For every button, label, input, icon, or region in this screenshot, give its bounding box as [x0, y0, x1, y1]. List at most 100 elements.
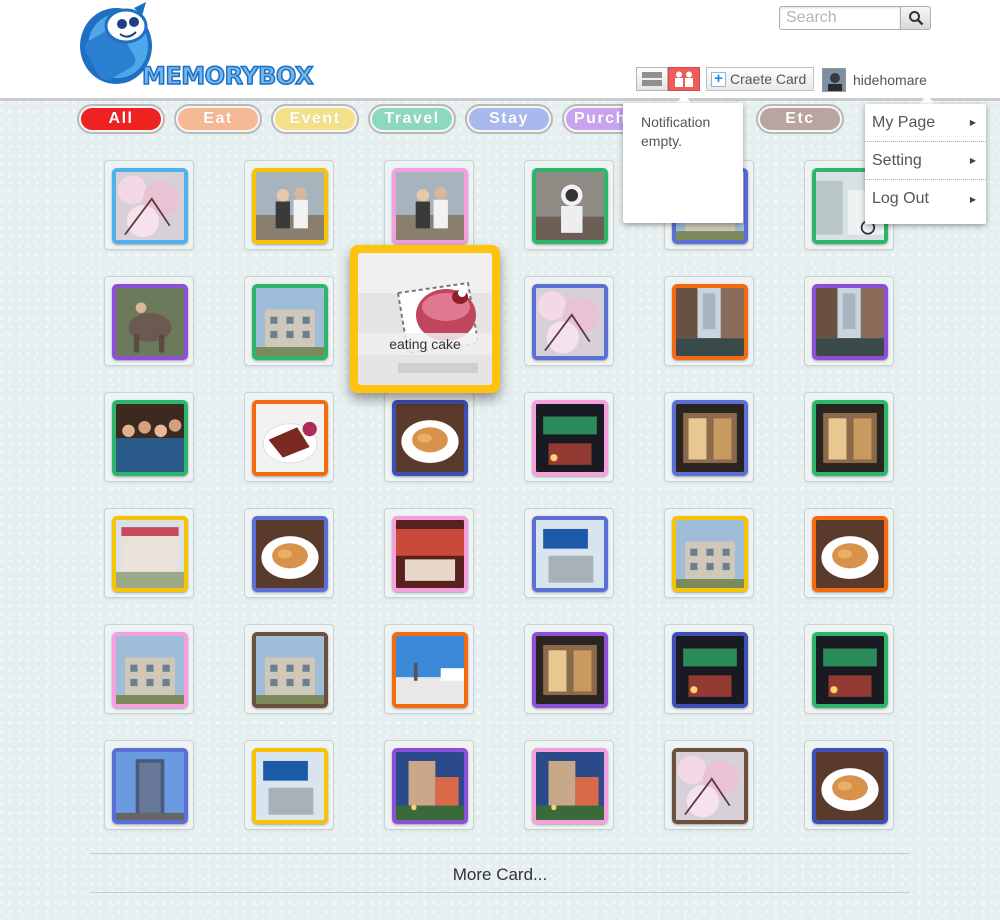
memory-card[interactable]: [244, 624, 334, 714]
card-photo: [532, 168, 608, 244]
memory-card[interactable]: [664, 508, 754, 598]
category-tab-label: Etc: [760, 108, 840, 130]
card-photo: [532, 632, 608, 708]
username[interactable]: hidehomare: [853, 72, 927, 88]
more-divider-top: [90, 853, 910, 854]
memory-card[interactable]: [524, 276, 614, 366]
category-tab-event[interactable]: Event: [271, 104, 359, 134]
memory-card[interactable]: [664, 624, 754, 714]
menu-item-label: My Page: [872, 113, 936, 131]
card-photo: [392, 168, 468, 244]
memory-card[interactable]: [384, 624, 474, 714]
memory-card[interactable]: [524, 508, 614, 598]
hovered-card-caption: eating cake: [358, 333, 492, 355]
memory-card[interactable]: [524, 160, 614, 250]
category-tab-all[interactable]: All: [77, 104, 165, 134]
memory-card[interactable]: [244, 392, 334, 482]
memory-card[interactable]: [104, 624, 194, 714]
card-photo: [672, 284, 748, 360]
memory-card[interactable]: [524, 624, 614, 714]
card-photo: [252, 400, 328, 476]
card-photo: [672, 400, 748, 476]
menu-item-my-page[interactable]: My Page ▶: [865, 104, 986, 142]
memory-card[interactable]: [384, 392, 474, 482]
memory-card[interactable]: [384, 160, 474, 250]
card-view-icon: [675, 71, 693, 87]
memory-card[interactable]: [104, 508, 194, 598]
create-card-label: Craete Card: [730, 71, 807, 87]
memory-card[interactable]: [104, 160, 194, 250]
header-divider: [0, 98, 1000, 101]
user-menu: My Page ▶ Setting ▶ Log Out ▶: [865, 104, 986, 224]
memory-card[interactable]: [804, 508, 894, 598]
card-photo: [252, 748, 328, 824]
card-photo: [112, 748, 188, 824]
card-photo: [812, 632, 888, 708]
card-photo: [532, 748, 608, 824]
card-photo: [112, 400, 188, 476]
chevron-right-icon: ▶: [969, 118, 976, 127]
search-input[interactable]: Search: [779, 6, 901, 30]
notification-text: Notification empty.: [641, 114, 711, 149]
category-tab-travel[interactable]: Travel: [368, 104, 456, 134]
card-photo: [392, 632, 468, 708]
card-photo: [532, 400, 608, 476]
more-divider-bottom: [90, 892, 910, 893]
card-photo: [392, 516, 468, 592]
card-photo: [252, 632, 328, 708]
menu-item-setting[interactable]: Setting ▶: [865, 142, 986, 180]
plus-icon: +: [711, 71, 726, 87]
card-view-button[interactable]: [668, 67, 700, 91]
memory-card[interactable]: [804, 740, 894, 830]
card-photo: [112, 632, 188, 708]
memory-card[interactable]: [524, 392, 614, 482]
card-photo: [532, 516, 608, 592]
card-photo: [392, 400, 468, 476]
avatar[interactable]: [822, 68, 846, 92]
card-photo: [252, 168, 328, 244]
memory-card[interactable]: [104, 392, 194, 482]
hovered-card-photo: eating cake: [358, 253, 492, 385]
card-photo: [392, 748, 468, 824]
card-photo: [672, 516, 748, 592]
category-tab-label: Stay: [469, 108, 549, 130]
memory-card[interactable]: [244, 160, 334, 250]
category-tab-label: Event: [275, 108, 355, 130]
list-view-icon: [642, 72, 662, 86]
memory-card[interactable]: [384, 740, 474, 830]
card-photo: [812, 284, 888, 360]
card-photo: [112, 516, 188, 592]
menu-item-label: Setting: [872, 151, 922, 169]
memory-card[interactable]: [664, 392, 754, 482]
search-button[interactable]: [900, 6, 931, 30]
card-photo: [812, 516, 888, 592]
more-card-button[interactable]: More Card...: [90, 858, 910, 892]
card-photo: [532, 284, 608, 360]
category-tab-label: All: [81, 108, 161, 130]
category-tab-label: Eat: [178, 108, 258, 130]
category-tab-label: Travel: [372, 108, 452, 130]
memory-card[interactable]: [524, 740, 614, 830]
memory-card[interactable]: [664, 276, 754, 366]
memory-card[interactable]: [104, 740, 194, 830]
memory-card[interactable]: [104, 276, 194, 366]
card-photo: [812, 748, 888, 824]
menu-item-log-out[interactable]: Log Out ▶: [865, 180, 986, 218]
category-tab-eat[interactable]: Eat: [174, 104, 262, 134]
search-icon: [908, 11, 923, 26]
category-tab-etc[interactable]: Etc: [756, 104, 844, 134]
memory-card[interactable]: [804, 624, 894, 714]
memory-card[interactable]: [244, 276, 334, 366]
memory-card[interactable]: [244, 740, 334, 830]
card-photo: [252, 516, 328, 592]
memory-card[interactable]: [804, 392, 894, 482]
memory-card[interactable]: [244, 508, 334, 598]
hovered-card[interactable]: eating cake: [350, 245, 500, 393]
create-card-button[interactable]: + Craete Card: [706, 67, 814, 91]
list-view-button[interactable]: [636, 67, 668, 91]
category-tab-stay[interactable]: Stay: [465, 104, 553, 134]
memory-card[interactable]: [804, 276, 894, 366]
logo-text: MEMORYBOX: [141, 61, 314, 91]
memory-card[interactable]: [384, 508, 474, 598]
memory-card[interactable]: [664, 740, 754, 830]
